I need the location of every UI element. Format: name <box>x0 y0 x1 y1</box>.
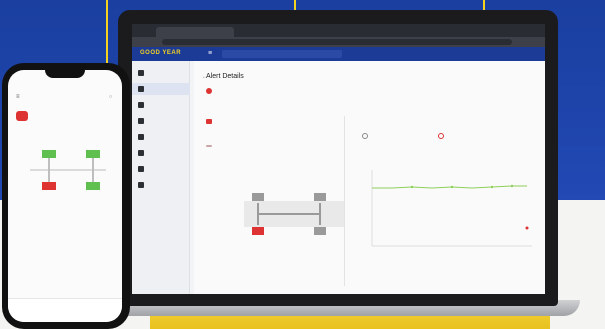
tire-icon <box>138 134 144 140</box>
sidebar-item-active[interactable] <box>132 83 190 95</box>
sidebar-item[interactable] <box>132 67 190 79</box>
tire-rear-left-alert[interactable] <box>252 227 264 235</box>
axle-diagram <box>244 193 344 235</box>
column-divider <box>344 116 345 286</box>
chart-point[interactable] <box>450 185 454 189</box>
tire-front-right[interactable] <box>86 150 100 158</box>
alert-icon <box>138 86 144 92</box>
menu-icon[interactable]: ≡ <box>208 50 212 57</box>
position-icon <box>362 133 368 139</box>
laptop-screen: GOOD YEAR ≡ ← Alert Details <box>132 24 545 294</box>
chart-point[interactable] <box>490 185 494 189</box>
position-alert-icon <box>438 133 444 139</box>
main-content: ← Alert Details <box>194 61 545 294</box>
phone-axle-diagram <box>30 150 106 190</box>
location-icon <box>138 118 144 124</box>
chart-point[interactable] <box>510 184 514 188</box>
chart-point[interactable] <box>410 185 414 189</box>
browser-tab[interactable] <box>156 27 234 37</box>
tire-front-left[interactable] <box>42 150 56 158</box>
sidebar-item[interactable] <box>132 115 190 127</box>
vehicle-icon <box>138 102 144 108</box>
phone-notch <box>45 70 85 78</box>
tire-front-right[interactable] <box>314 193 326 201</box>
sidebar-item[interactable] <box>132 163 190 175</box>
browser-tabbar <box>132 24 545 41</box>
top-actions <box>523 74 539 79</box>
sidebar-item[interactable] <box>132 147 190 159</box>
chart-alert-point[interactable] <box>525 226 529 230</box>
service-icon <box>138 150 144 156</box>
users-icon <box>138 166 144 172</box>
url-field[interactable] <box>162 39 512 45</box>
search-input[interactable] <box>222 50 342 58</box>
status-pill <box>206 145 212 147</box>
reports-icon <box>138 182 144 188</box>
sidebar-item[interactable] <box>132 99 190 111</box>
history-chart <box>371 170 532 247</box>
tire-rear-right[interactable] <box>86 182 100 190</box>
app-header: GOOD YEAR ≡ <box>132 47 545 61</box>
tire-front-left[interactable] <box>252 193 264 201</box>
bell-icon[interactable]: ○ <box>109 94 112 100</box>
page-title: Alert Details <box>206 73 244 80</box>
dashboard-icon <box>138 70 144 76</box>
brand-logo: GOOD YEAR <box>140 50 182 56</box>
tire-rear-right[interactable] <box>314 227 326 235</box>
alert-icon <box>206 88 212 94</box>
vehicle-icon <box>16 111 28 121</box>
sidebar-item[interactable] <box>132 131 190 143</box>
sidebar-item[interactable] <box>132 179 190 191</box>
vehicle-icon <box>206 119 212 124</box>
menu-icon[interactable]: ≡ <box>16 94 20 100</box>
chart-series-line <box>372 185 527 189</box>
phone-bottom-nav <box>8 298 122 322</box>
address-bar <box>132 37 545 47</box>
tire-rear-left-alert[interactable] <box>42 182 56 190</box>
sidebar <box>132 61 190 294</box>
phone-screen: ≡ ○ <box>8 70 122 322</box>
